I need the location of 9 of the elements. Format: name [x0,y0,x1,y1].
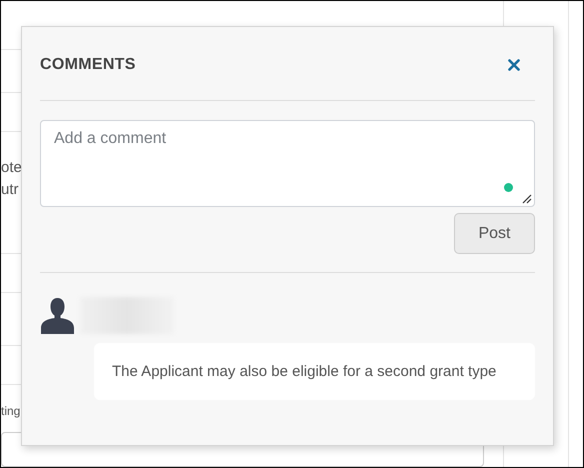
comment-field[interactable]: Add a comment [40,120,535,207]
avatar-icon [40,297,75,334]
resize-handle-icon[interactable] [522,194,532,204]
comment-text: The Applicant may also be eligible for a second grant type [94,343,535,400]
dialog-title: COMMENTS [40,56,136,74]
text-fragment: ote [1,158,22,178]
text-fragment: utr [1,180,19,200]
post-button[interactable]: Post [454,213,535,254]
text-fragment: ting [1,403,20,420]
